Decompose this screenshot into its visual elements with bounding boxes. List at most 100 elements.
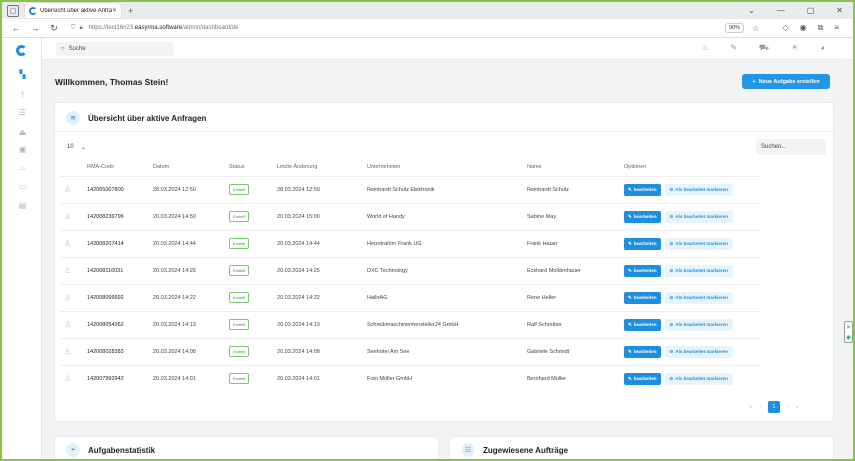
mark-edited-button[interactable]: ⊘ Als bearbeitet markieren — [664, 264, 733, 277]
bookmark-star-icon[interactable]: ☆ — [752, 24, 759, 33]
new-task-button[interactable]: + Neue Aufgabe erstellen — [742, 74, 830, 89]
mark-edited-button[interactable]: ⊘ Als bearbeitet markieren — [664, 345, 733, 358]
table-search-input[interactable]: Suchen... — [756, 139, 826, 155]
last-change: 20.03.2024 14:22 — [277, 283, 367, 311]
menu-icon[interactable]: ≡ — [834, 23, 839, 33]
rma-code: 142008028383 — [87, 337, 153, 365]
table-row[interactable]: ♙ 142065007800 28.03.2024 12:50 Erstellt 28.… — [60, 175, 760, 203]
list-icon[interactable]: ☰ — [17, 108, 28, 117]
mark-edited-button[interactable]: ⊘ Als bearbeitet markieren — [664, 183, 733, 196]
forward-icon[interactable]: → — [30, 23, 40, 33]
col-last-change[interactable]: Letzte Änderung — [277, 158, 367, 176]
edit-button[interactable]: ✎ bearbeiten — [624, 291, 661, 304]
pencil-icon: ✎ — [628, 294, 632, 300]
mark-edited-button[interactable]: ⊘ Als bearbeitet markieren — [664, 237, 733, 250]
company: World of Handy — [367, 202, 527, 230]
table-header-row: RMA-Code Datum Status Letzte Änderung Un… — [60, 158, 760, 176]
edit-button[interactable]: ✎ bearbeiten — [624, 210, 661, 223]
page-size-select[interactable]: 10 ⌄ — [63, 140, 98, 154]
browser-nav-bar: ← → ↻ ⛉ 🔒︎ https://test16n23.easyrma.sof… — [2, 19, 853, 38]
assigned-title: Zugewiesene Aufträge — [483, 445, 569, 455]
table-row[interactable]: ♙ 142008054362 20.03.2024 14:13 Erstellt 20.… — [60, 310, 760, 338]
app-logo[interactable] — [16, 45, 27, 56]
browser-tab[interactable]: Übersicht über aktive Anfragen ✕ — [25, 3, 121, 18]
user-icon[interactable]: ⏏ — [17, 128, 28, 137]
check-circle-icon: ⊘ — [669, 186, 674, 192]
company: Heizstrahler Frank UG — [367, 229, 527, 257]
col-date[interactable]: Datum — [153, 158, 229, 176]
dashboard-icon[interactable]: ▚ — [17, 70, 28, 79]
row-type-icon: ♙ — [60, 229, 87, 257]
side-widget[interactable]: ✕ ◉ — [844, 321, 853, 343]
pencil-icon: ✎ — [628, 186, 632, 192]
edit-button[interactable]: ✎ bearbeiten — [624, 264, 661, 277]
account-icon[interactable]: ◉ — [800, 23, 807, 33]
col-company[interactable]: Unternehmen — [367, 158, 527, 176]
table-row[interactable]: ♙ 142008236796 20.03.2024 14:50 Erstellt 20.… — [60, 202, 760, 230]
reload-icon[interactable]: ↻ — [49, 23, 59, 34]
mark-edited-button[interactable]: ⊘ Als bearbeitet markieren — [664, 291, 733, 304]
col-name[interactable]: Name — [527, 158, 624, 176]
address-bar[interactable]: ⛉ 🔒︎ https://test16n23.easyrma.software/… — [71, 22, 701, 35]
close-window-icon[interactable]: ✕ — [836, 6, 843, 15]
notifications-icon[interactable]: ♨ — [701, 43, 708, 53]
table-row[interactable]: ♙ 142008207414 20.03.2024 14:44 Erstellt 20.… — [60, 229, 760, 257]
box-icon[interactable]: ▣ — [17, 145, 28, 154]
search-input[interactable]: ○ Suche — [56, 42, 174, 56]
contact-card-icon[interactable]: ▤ — [17, 201, 28, 210]
col-rma[interactable]: RMA-Code — [87, 158, 153, 176]
pencil-icon: ✎ — [628, 348, 632, 354]
mark-edited-button[interactable]: ⊘ Als bearbeitet markieren — [664, 372, 733, 385]
signpost-icon[interactable]: ⫯ — [17, 90, 28, 99]
status-badge: Erstellt — [229, 184, 250, 195]
rma-code: 142008096692 — [87, 283, 153, 311]
help-icon[interactable]: ◉ — [846, 334, 851, 341]
wrench-icon[interactable]: ✎ — [730, 43, 737, 53]
back-icon[interactable]: ← — [11, 23, 21, 33]
rma-code: 142007992942 — [87, 364, 153, 392]
pocket-icon[interactable]: ◇ — [782, 23, 788, 33]
minimize-icon[interactable]: — — [777, 6, 785, 15]
edit-button[interactable]: ✎ bearbeiten — [624, 372, 661, 385]
zoom-level[interactable]: 90% — [725, 23, 745, 33]
edit-button[interactable]: ✎ bearbeiten — [624, 318, 661, 331]
company: Seehotel Am See — [367, 337, 527, 365]
prev-page-icon[interactable]: ‹ — [759, 404, 761, 410]
app-sidebar: ▚ ⫯ ☰ ⏏ ▣ ⌂ ▭ ▤ — [2, 38, 42, 459]
mark-edited-button[interactable]: ⊘ Als bearbeitet markieren — [664, 210, 733, 223]
theme-toggle-icon[interactable]: ☀ — [791, 43, 798, 53]
edit-button[interactable]: ✎ bearbeiten — [624, 183, 661, 196]
card-icon[interactable]: ▭ — [17, 182, 28, 191]
truck-icon[interactable]: ⛟ — [759, 43, 769, 53]
check-circle-icon: ⊘ — [669, 267, 674, 273]
tab-overview-icon[interactable]: ▢ — [7, 4, 19, 17]
extensions-icon[interactable]: ⧉ — [818, 23, 824, 33]
edit-button[interactable]: ✎ bearbeiten — [624, 237, 661, 250]
avatar-icon[interactable]: ◕ — [820, 43, 825, 53]
store-icon[interactable]: ⌂ — [17, 163, 28, 172]
check-circle-icon: ⊘ — [669, 375, 674, 381]
close-tab-icon[interactable]: ✕ — [112, 7, 117, 14]
edit-button[interactable]: ✎ bearbeiten — [624, 345, 661, 358]
table-row[interactable]: ♙ 142008096692 20.03.2024 14:22 Erstellt 20.… — [60, 283, 760, 311]
mark-edited-button[interactable]: ⊘ Als bearbeitet markieren — [664, 318, 733, 331]
first-page-icon[interactable]: « — [749, 404, 752, 410]
contact-name: Frank Hauer — [527, 229, 624, 257]
new-tab-icon[interactable]: + — [128, 6, 133, 16]
last-page-icon[interactable]: » — [796, 404, 799, 410]
rma-code: 142008207414 — [87, 229, 153, 257]
table-row[interactable]: ♙ 142008028383 20.03.2024 14:08 Erstellt 20.… — [60, 337, 760, 365]
table-row[interactable]: ♙ 142007992942 20.03.2024 14:01 Erstellt 20.… — [60, 364, 760, 392]
next-page-icon[interactable]: › — [787, 404, 789, 410]
chevron-down-icon[interactable]: ⌄ — [748, 6, 755, 15]
pencil-icon: ✎ — [628, 240, 632, 246]
table-row[interactable]: ♙ 142008116031 20.03.2024 14:25 Erstellt 20.… — [60, 256, 760, 284]
page-current[interactable]: 1 — [767, 401, 780, 413]
company: Schreibmaschinenhersteller24 GmbH — [367, 310, 527, 338]
last-change: 20.03.2024 14:08 — [277, 337, 367, 365]
table-search-placeholder: Suchen... — [761, 144, 787, 150]
search-placeholder: Suche — [68, 46, 86, 52]
close-icon[interactable]: ✕ — [846, 324, 851, 331]
col-status[interactable]: Status — [229, 158, 277, 176]
maximize-icon[interactable]: ▢ — [807, 6, 815, 15]
